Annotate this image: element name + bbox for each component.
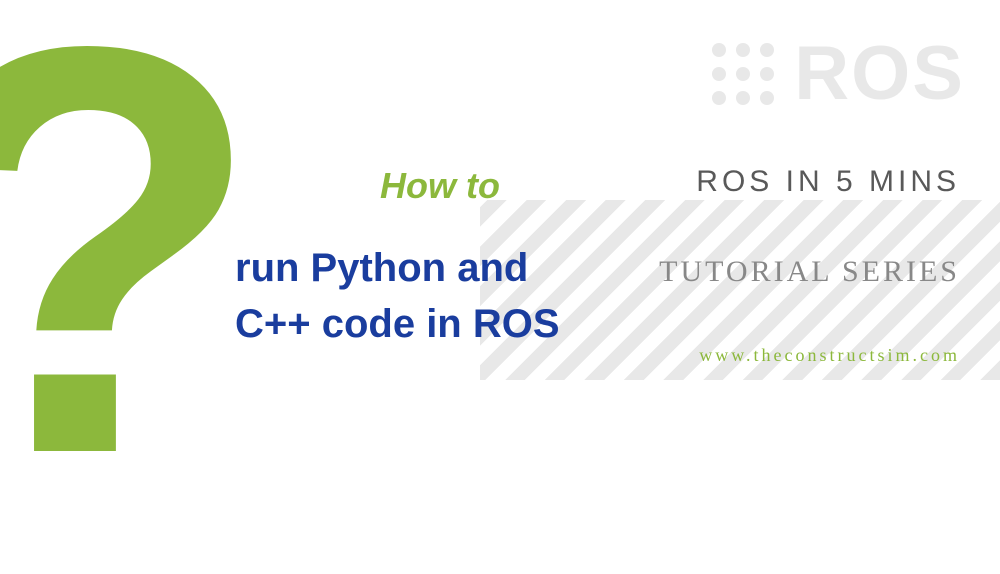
dot-icon — [712, 91, 726, 105]
ros-logo-text: ROS — [794, 30, 965, 117]
dot-icon — [736, 43, 750, 57]
dot-icon — [760, 43, 774, 57]
main-title: run Python and C++ code in ROS — [235, 240, 560, 352]
tutorial-series-label: TUTORIAL SERIES — [659, 255, 960, 289]
main-title-line2: C++ code in ROS — [235, 296, 560, 352]
dot-icon — [760, 91, 774, 105]
ros-dots-icon — [712, 43, 774, 105]
question-mark-graphic: ? — [0, 0, 264, 540]
ros-logo: ROS — [712, 30, 965, 117]
dot-icon — [736, 67, 750, 81]
how-to-label: How to — [380, 165, 500, 207]
dot-icon — [760, 67, 774, 81]
series-name-label: ROS IN 5 MINS — [696, 165, 960, 199]
dot-icon — [736, 91, 750, 105]
main-title-line1: run Python and — [235, 240, 560, 296]
dot-icon — [712, 67, 726, 81]
dot-icon — [712, 43, 726, 57]
website-url: www.theconstructsim.com — [699, 345, 960, 366]
